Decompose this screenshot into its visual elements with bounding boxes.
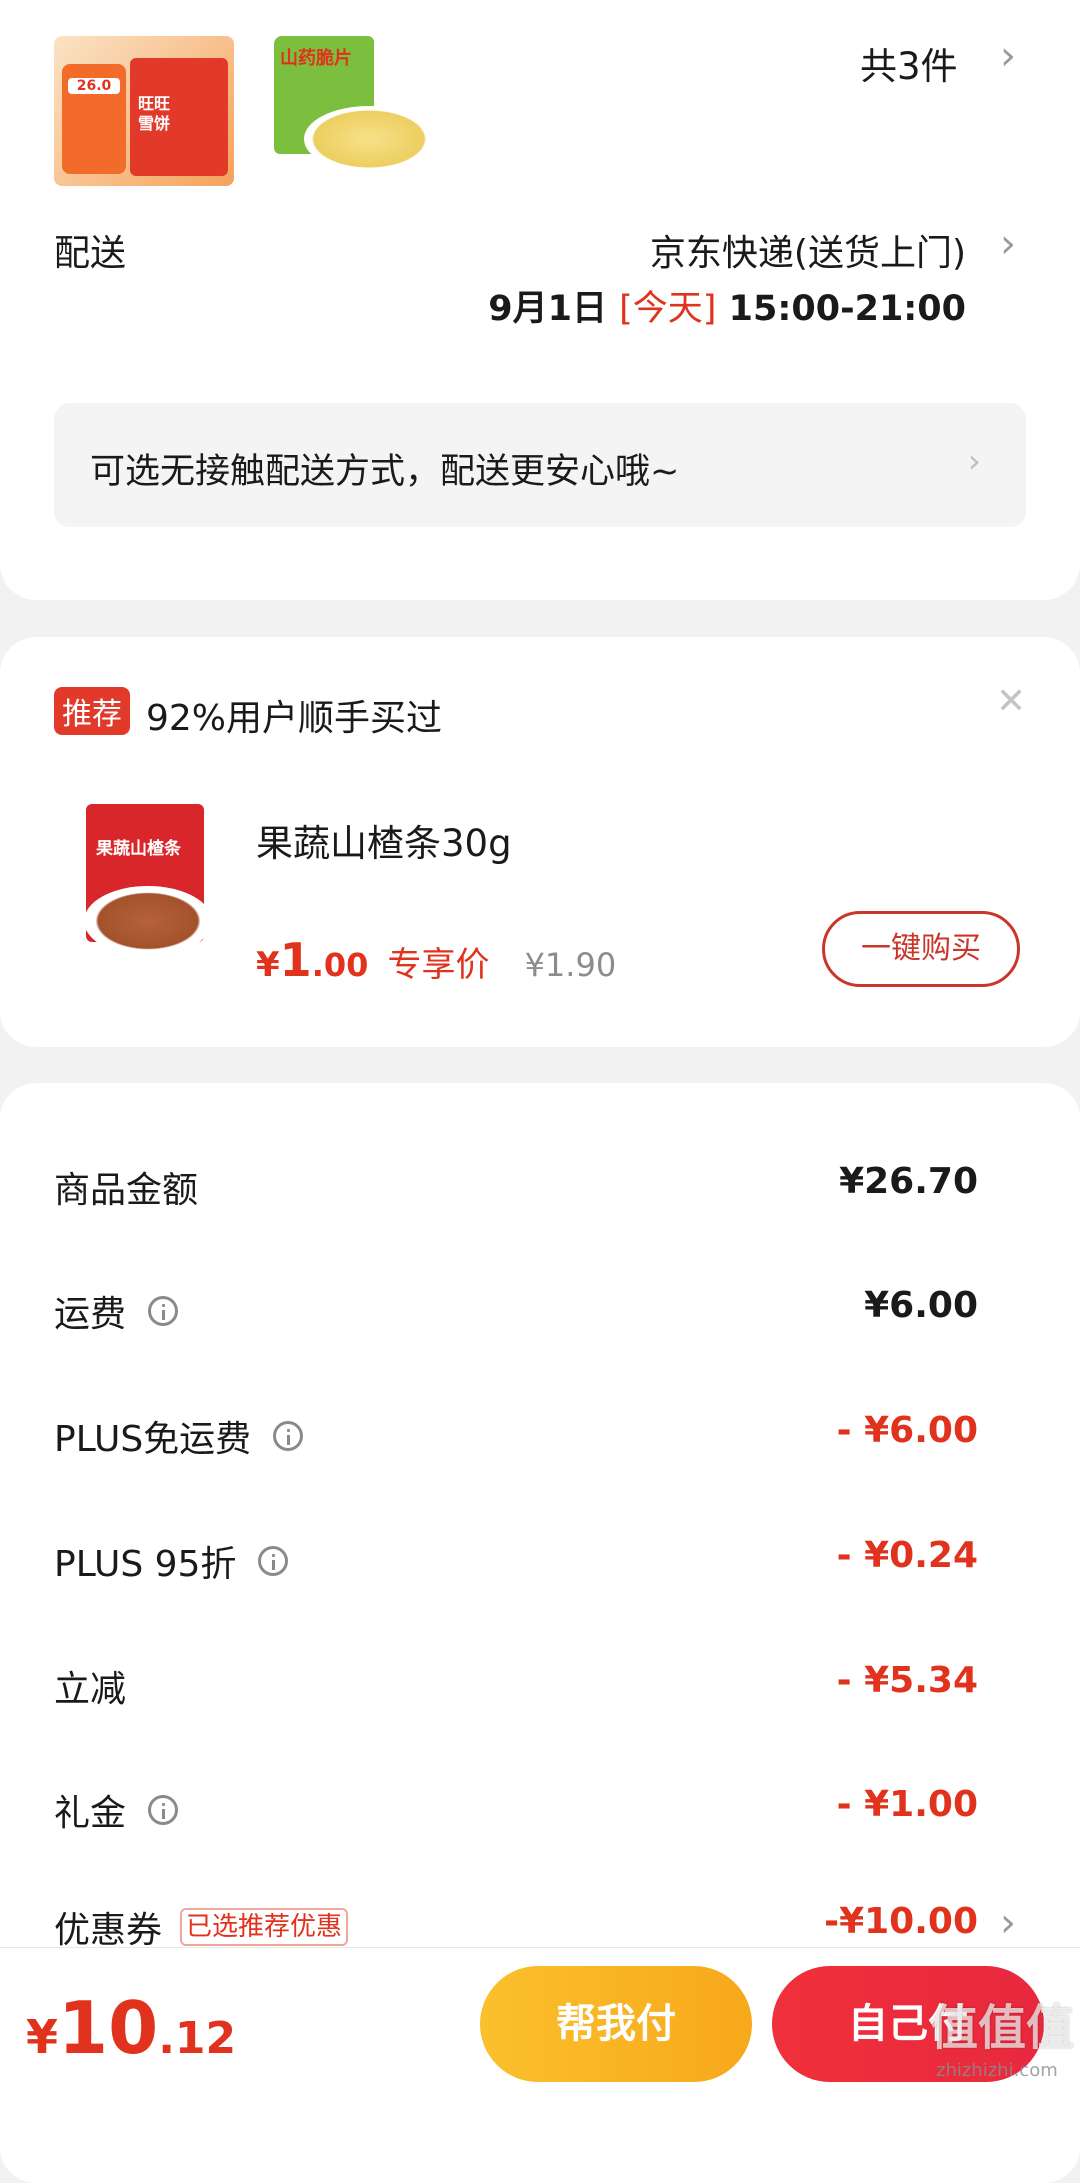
row-label: 商品金额: [54, 1170, 199, 1211]
watermark-url: zhizhizhi.com: [936, 2060, 1058, 2081]
exclusive-price-label: 专享价: [387, 945, 490, 985]
recommend-tag: 推荐: [54, 687, 130, 735]
delivery-carrier[interactable]: 京东快递(送货上门): [650, 224, 966, 276]
price-integer: 1: [279, 933, 312, 987]
price-badge: 26.0: [62, 64, 126, 174]
delivery-time-window: 15:00-21:00: [728, 289, 966, 329]
price-badge-text: 26.0: [68, 78, 120, 94]
recommend-product-image[interactable]: 果蔬山楂条: [78, 804, 218, 964]
contactless-text: 可选无接触配送方式，配送更安心哦~: [90, 452, 680, 492]
total-decimal: .12: [158, 2013, 237, 2064]
recommend-title: 92%用户顺手买过: [146, 698, 443, 739]
product-thumbnail-wangwang[interactable]: 26.0 旺旺 雪饼: [54, 36, 234, 186]
summary-value-instant-reduction: - ¥5.34: [836, 1660, 978, 1701]
delivery-time[interactable]: 9月1日 [今天] 15:00-21:00: [488, 280, 966, 331]
summary-value-plus-discount: - ¥0.24: [836, 1535, 978, 1576]
total-price: ¥10.12: [26, 1986, 236, 2070]
contactless-chevron-icon: ›: [968, 442, 981, 480]
row-label: 礼金: [54, 1793, 127, 1834]
row-label: PLUS 95折: [54, 1544, 237, 1585]
row-label: PLUS免运费: [54, 1419, 252, 1460]
info-icon[interactable]: [148, 1795, 179, 1825]
row-label: 立减: [54, 1669, 127, 1710]
recommendation-card: 推荐 92%用户顺手买过 ✕ 果蔬山楂条 果蔬山楂条30g ¥1.00 专享价 …: [0, 637, 1080, 1047]
coupon-selected-tag: 已选推荐优惠: [180, 1908, 349, 1946]
recommend-product-name[interactable]: 果蔬山楂条30g: [256, 813, 512, 867]
summary-row-coupon[interactable]: 优惠券 已选推荐优惠: [54, 1901, 349, 1953]
total-integer: 10: [58, 1986, 159, 2070]
summary-row-gift-money: 礼金: [54, 1784, 179, 1836]
summary-value-coupon[interactable]: -¥10.00: [824, 1901, 978, 1942]
row-label: 优惠券: [54, 1910, 163, 1951]
snack-package: 旺旺 雪饼: [130, 58, 228, 176]
original-price: ¥1.90: [524, 946, 617, 984]
one-click-buy-button[interactable]: 一键购买: [822, 911, 1020, 987]
help-me-pay-button[interactable]: 帮我付: [480, 1966, 752, 2082]
summary-row-goods: 商品金额: [54, 1161, 198, 1213]
summary-value-goods: ¥26.70: [839, 1161, 978, 1202]
info-icon[interactable]: [148, 1296, 179, 1326]
delivery-today: [今天]: [619, 289, 717, 329]
delivery-chevron-icon[interactable]: ›: [1000, 224, 1016, 264]
summary-row-plus-free-shipping: PLUS免运费: [54, 1410, 304, 1462]
product-package-text: 果蔬山楂条: [96, 839, 181, 859]
price-symbol: ¥: [256, 945, 280, 985]
info-icon[interactable]: [258, 1546, 289, 1576]
chip-plate: [304, 106, 434, 172]
watermark-logo: 值值值: [930, 2000, 1075, 2056]
checkout-bar: ¥10.12 帮我付 自己付 值值值 zhizhizhi.com: [0, 1947, 1080, 2098]
package-brand-text: 旺旺 雪饼: [138, 94, 171, 133]
summary-row-plus-discount: PLUS 95折: [54, 1535, 289, 1587]
summary-value-shipping: ¥6.00: [864, 1285, 978, 1326]
item-count-chevron-icon[interactable]: ›: [1000, 36, 1016, 76]
summary-value-gift-money: - ¥1.00: [836, 1784, 978, 1825]
price-decimal: .00: [311, 946, 369, 984]
delivery-date: 9月1日: [488, 289, 607, 329]
coupon-chevron-icon[interactable]: ›: [1000, 1903, 1016, 1943]
summary-row-instant-reduction: 立减: [54, 1660, 126, 1712]
summary-row-shipping: 运费: [54, 1285, 179, 1337]
contactless-delivery-banner[interactable]: 可选无接触配送方式，配送更安心哦~ ›: [54, 403, 1026, 527]
item-count[interactable]: 共3件: [860, 36, 958, 90]
chip-bag-text: 山药脆片: [280, 48, 352, 69]
close-icon[interactable]: ✕: [996, 681, 1026, 722]
row-label: 运费: [54, 1294, 127, 1335]
total-symbol: ¥: [26, 2010, 59, 2064]
info-icon[interactable]: [273, 1421, 304, 1451]
recommend-price: ¥1.00 专享价 ¥1.90: [256, 933, 616, 987]
delivery-label: 配送: [54, 233, 127, 274]
order-items-card: 26.0 旺旺 雪饼 山药脆片 共3件 › 配送 京东快递(送货上门) › 9月…: [0, 0, 1080, 600]
product-plate: [84, 886, 212, 956]
product-thumbnail-yam-chips[interactable]: 山药脆片: [274, 36, 436, 186]
summary-value-plus-free-shipping: - ¥6.00: [836, 1410, 978, 1451]
